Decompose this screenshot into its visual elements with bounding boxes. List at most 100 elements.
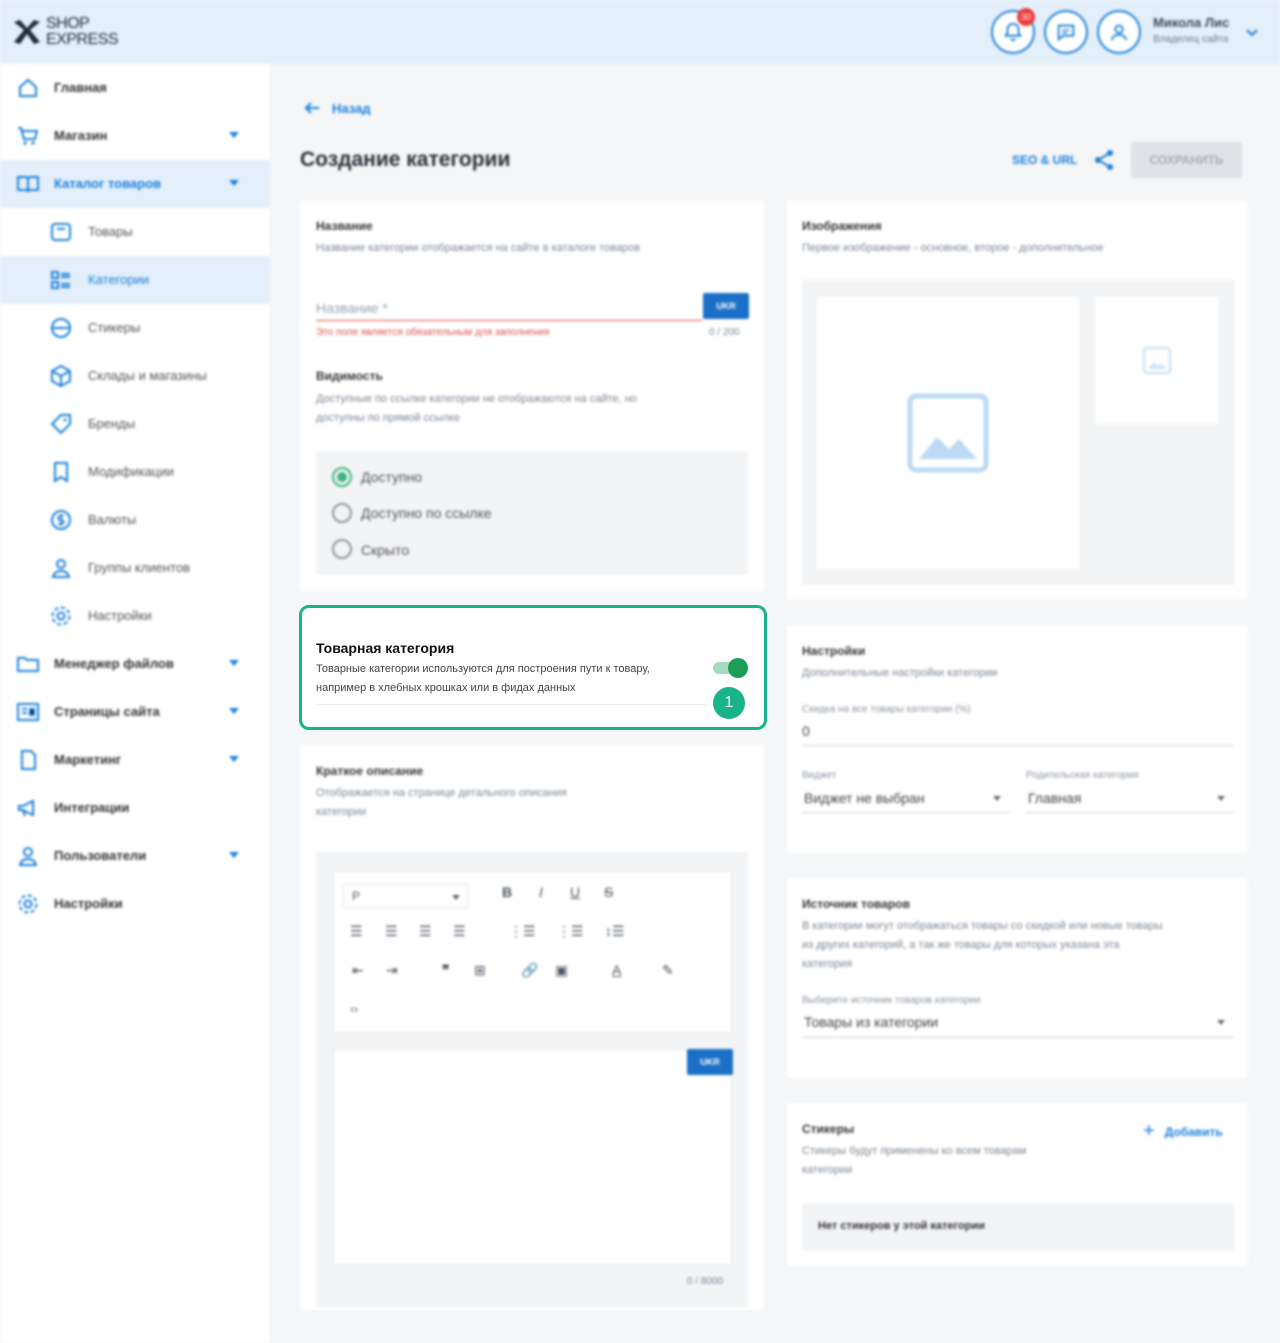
shop-express-logo[interactable]: SHOP EXPRESS <box>12 12 122 52</box>
source-underline <box>802 1037 1234 1038</box>
parent-category-select[interactable]: Главная <box>1028 790 1081 806</box>
sidebar-item-client-groups[interactable]: Группы клиентов <box>0 544 270 592</box>
name-input-underline <box>316 320 702 321</box>
align-center-icon[interactable]: ☰ <box>385 923 398 940</box>
sidebar-item-label: Магазин <box>54 128 108 143</box>
add-sticker-button[interactable]: + Добавить <box>1143 1120 1223 1143</box>
source-select[interactable]: Товары из категории <box>804 1014 938 1030</box>
description-editor[interactable] <box>333 1049 732 1265</box>
widget-select[interactable]: Виджет не выбран <box>804 790 925 806</box>
align-justify-icon[interactable]: ☰ <box>453 923 466 940</box>
sidebar-item-users[interactable]: Пользователи <box>0 832 270 880</box>
radio-hidden-label[interactable]: Скрыто <box>361 542 409 558</box>
messages-button[interactable] <box>1044 10 1088 54</box>
name-subtitle: Название категории отображается на сайте… <box>316 242 641 254</box>
description-lang-button[interactable]: UKR <box>687 1049 733 1075</box>
italic-button[interactable]: I <box>539 884 543 900</box>
stickers-subtitle-2: категории <box>802 1164 853 1176</box>
radio-by-link-label[interactable]: Доступно по ссылке <box>361 505 492 521</box>
currency-icon <box>51 510 71 530</box>
folder-icon <box>17 657 39 672</box>
sidebar-item-settings[interactable]: Настройки <box>0 880 270 928</box>
line-height-icon[interactable]: ↕☰ <box>605 923 625 940</box>
stickers-empty-text: Нет стикеров у этой категории <box>818 1220 985 1232</box>
bullet-list-icon[interactable]: ⋮☰ <box>509 923 536 940</box>
radio-available-label[interactable]: Доступно <box>361 469 422 485</box>
sidebar-item-modifications[interactable]: Модификации <box>0 448 270 496</box>
book-icon <box>17 176 39 193</box>
align-left-icon[interactable]: ☰ <box>350 923 363 940</box>
main-image-slot[interactable] <box>817 297 1079 569</box>
sidebar-item-currencies[interactable]: Валюты <box>0 496 270 544</box>
widget-underline <box>802 812 1009 813</box>
chevron-down-icon[interactable] <box>229 132 239 138</box>
underline-button[interactable]: U <box>570 884 580 900</box>
name-lang-button[interactable]: UKR <box>703 293 749 319</box>
radio-available[interactable] <box>332 467 352 487</box>
quote-icon[interactable]: ❞ <box>442 962 450 979</box>
sidebar-item-products[interactable]: Товары <box>0 208 270 256</box>
highlight-color-icon[interactable]: ✎ <box>662 962 674 979</box>
user-name[interactable]: Микола Лис <box>1153 15 1229 30</box>
sidebar-item-site-pages[interactable]: Страницы сайта <box>0 688 270 736</box>
sidebar-item-stickers[interactable]: Стикеры <box>0 304 270 352</box>
chevron-down-icon[interactable] <box>229 180 239 186</box>
chevron-down-icon[interactable] <box>1217 796 1225 801</box>
chevron-down-icon[interactable] <box>229 660 239 666</box>
seo-url-link[interactable]: SEO & URL <box>1012 153 1077 167</box>
numbered-list-icon[interactable]: ⋮☰ <box>557 923 584 940</box>
chevron-down-icon[interactable] <box>1244 24 1260 40</box>
chevron-down-icon[interactable] <box>229 708 239 714</box>
name-input[interactable]: Название * <box>316 300 388 316</box>
discount-input[interactable]: 0 <box>802 723 810 739</box>
outdent-icon[interactable]: ⇤ <box>352 962 364 979</box>
radio-hidden[interactable] <box>332 539 352 559</box>
notifications-button[interactable]: 30 <box>991 8 1035 54</box>
description-counter: 0 / 8000 <box>687 1276 724 1287</box>
sidebar-item-catalog-settings[interactable]: Настройки <box>0 592 270 640</box>
user-circle-icon <box>1110 24 1128 41</box>
chevron-down-icon[interactable] <box>229 756 239 762</box>
box-icon <box>51 223 71 241</box>
sidebar-item-label: Валюты <box>88 512 137 527</box>
share-icon[interactable] <box>1092 148 1116 172</box>
sidebar-item-integrations[interactable]: Интеграции <box>0 784 270 832</box>
logo-line1: SHOP <box>46 15 90 32</box>
users-icon <box>51 559 71 578</box>
sidebar-item-label: Модификации <box>88 464 174 479</box>
logo-mark-icon <box>14 20 40 44</box>
image-icon[interactable]: ▣ <box>555 962 568 979</box>
back-link[interactable]: Назад <box>302 98 371 118</box>
name-counter: 0 / 200 <box>709 327 740 338</box>
bold-button[interactable]: B <box>502 884 512 900</box>
sidebar-item-brands[interactable]: Бренды <box>0 400 270 448</box>
strikethrough-button[interactable]: S <box>604 884 613 900</box>
save-button[interactable]: СОХРАНИТЬ <box>1131 142 1242 178</box>
radio-by-link[interactable] <box>332 503 352 523</box>
format-select[interactable]: P <box>343 884 468 908</box>
sidebar-item-home[interactable]: Главная <box>0 64 270 112</box>
pages-icon <box>17 703 39 721</box>
source-code-icon[interactable]: ‹› <box>350 1002 358 1016</box>
chevron-down-icon[interactable] <box>993 796 1001 801</box>
table-icon[interactable]: ⊞ <box>474 962 486 979</box>
sidebar-item-shop[interactable]: Магазин <box>0 112 270 160</box>
text-color-icon[interactable]: A <box>612 962 621 978</box>
notifications-badge: 30 <box>1017 8 1035 26</box>
sidebar-item-catalog[interactable]: Каталог товаров <box>0 160 270 208</box>
chevron-down-icon[interactable] <box>1217 1020 1225 1025</box>
images-title: Изображения <box>802 219 882 233</box>
sidebar-item-categories[interactable]: Категории <box>0 256 270 304</box>
product-category-toggle[interactable] <box>713 658 748 678</box>
arrow-left-icon <box>304 102 319 114</box>
sidebar-item-warehouses[interactable]: Склады и магазины <box>0 352 270 400</box>
link-icon[interactable]: 🔗 <box>521 962 538 979</box>
sidebar-item-file-manager[interactable]: Менеджер файлов <box>0 640 270 688</box>
chevron-down-icon[interactable] <box>229 852 239 858</box>
align-right-icon[interactable]: ☰ <box>419 923 432 940</box>
sidebar-item-marketing[interactable]: Маркетинг <box>0 736 270 784</box>
plus-icon: + <box>1143 1120 1155 1142</box>
profile-button[interactable] <box>1097 10 1141 54</box>
additional-image-slot[interactable] <box>1095 297 1218 424</box>
indent-icon[interactable]: ⇥ <box>386 962 398 979</box>
